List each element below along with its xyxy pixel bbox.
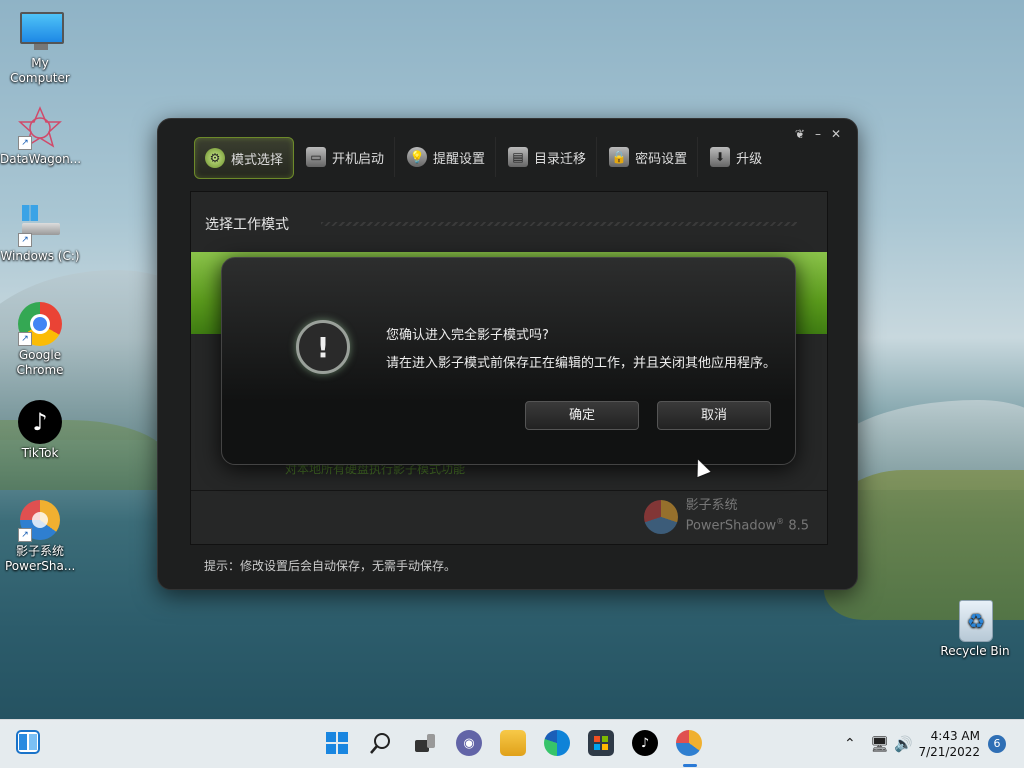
- tab-mode-select[interactable]: ⚙ 模式选择: [194, 137, 295, 179]
- desktop-icon-my-computer[interactable]: My Computer: [0, 10, 80, 86]
- tab-directory-migration[interactable]: ▤ 目录迁移: [498, 137, 598, 177]
- tab-label: 开机启动: [332, 151, 385, 167]
- notification-badge[interactable]: 6: [988, 735, 1006, 753]
- restore-icon[interactable]: ❦: [795, 127, 805, 141]
- desktop-icon-label: 影子系统 PowerSha...: [5, 544, 76, 573]
- warning-icon: !: [296, 320, 350, 374]
- active-app-indicator: [683, 764, 697, 767]
- tiktok-icon: ♪: [18, 400, 62, 444]
- shortcut-arrow-icon: ↗: [18, 332, 32, 346]
- drive-icon: ↗: [18, 203, 62, 247]
- volume-icon[interactable]: 🔊: [894, 720, 913, 768]
- tab-label: 提醒设置: [433, 151, 486, 167]
- recycle-bin-icon: ♻: [953, 598, 997, 642]
- lightbulb-icon: 💡: [407, 147, 428, 167]
- dialog-detail: 请在进入影子模式前保存正在编辑的工作，并且关闭其他应用程序。: [386, 356, 777, 371]
- brand-name-cn: 影子系统: [685, 497, 738, 513]
- powershadow-taskbar-icon[interactable]: [676, 730, 702, 756]
- panel-title: 选择工作模式: [205, 217, 289, 233]
- clock[interactable]: 4:43 AM 7/21/2022: [918, 728, 980, 760]
- tab-label: 目录迁移: [534, 151, 587, 167]
- chat-icon[interactable]: ◉: [456, 730, 482, 756]
- registered-mark: ®: [776, 516, 785, 526]
- edge-icon[interactable]: [544, 730, 570, 756]
- cancel-button[interactable]: 取消: [657, 401, 771, 430]
- desktop-icon-label: Windows (C:): [0, 249, 80, 263]
- desktop-icon-recycle-bin[interactable]: ♻ Recycle Bin: [935, 598, 1015, 659]
- tab-upgrade[interactable]: ⬇ 升级: [700, 137, 772, 177]
- confirm-button[interactable]: 确定: [525, 401, 639, 430]
- footer-tip: 提示：修改设置后会自动保存，无需手动保存。: [204, 559, 457, 573]
- tab-label: 升级: [736, 151, 763, 167]
- desktop-icon-windows-c[interactable]: ↗ Windows (C:): [0, 203, 80, 264]
- show-hidden-icons-button[interactable]: ⌃: [844, 720, 856, 768]
- clock-time: 4:43 AM: [930, 729, 980, 743]
- widgets-icon[interactable]: [16, 730, 40, 754]
- brand-version: 8.5: [788, 518, 809, 533]
- desktop-icon-label: TikTok: [21, 446, 59, 460]
- shortcut-arrow-icon: ↗: [18, 136, 32, 150]
- desktop-icon-google-chrome[interactable]: ↗ Google Chrome: [0, 302, 80, 378]
- powershadow-icon: ↗: [18, 498, 62, 542]
- minimize-button[interactable]: –: [815, 127, 821, 141]
- monitor-icon: ▭: [306, 147, 327, 167]
- toolbar: ⚙ 模式选择 ▭ 开机启动 💡 提醒设置 ▤ 目录迁移 🔒 密码设置 ⬇ 升级: [194, 137, 772, 179]
- powershadow-logo-icon: [643, 500, 678, 534]
- search-icon[interactable]: [368, 730, 394, 756]
- lock-icon: 🔒: [609, 147, 630, 167]
- desktop-icon-label: Recycle Bin: [940, 644, 1010, 658]
- taskbar: ◉ ♪ ⌃ 🖥 🔊 4:43 AM 7/21/2022 6: [0, 719, 1024, 768]
- network-icon[interactable]: 🖥: [870, 720, 889, 768]
- tab-label: 密码设置: [635, 151, 688, 167]
- desktop-icon-tiktok[interactable]: ♪ TikTok: [0, 400, 80, 461]
- tab-label: 模式选择: [231, 152, 284, 168]
- task-view-icon[interactable]: [412, 730, 438, 756]
- gear-icon: ⚙: [205, 148, 225, 168]
- folder-icon: ▤: [508, 147, 529, 167]
- clock-date: 7/21/2022: [918, 745, 980, 759]
- tab-reminder[interactable]: 💡 提醒设置: [397, 137, 497, 177]
- confirm-dialog: ! 您确认进入完全影子模式吗? 请在进入影子模式前保存正在编辑的工作，并且关闭其…: [221, 257, 796, 465]
- store-icon[interactable]: [588, 730, 614, 756]
- desktop-icon-powershadow[interactable]: ↗ 影子系统 PowerSha...: [0, 498, 80, 574]
- dialog-question: 您确认进入完全影子模式吗?: [386, 328, 549, 343]
- shortcut-arrow-icon: ↗: [18, 233, 32, 247]
- divider: [321, 222, 797, 226]
- tiktok-icon[interactable]: ♪: [632, 730, 658, 756]
- divider: [191, 490, 827, 491]
- chrome-icon: ↗: [18, 302, 62, 346]
- close-button[interactable]: ✕: [831, 127, 841, 141]
- desktop-icon-datawagon[interactable]: ↗ DataWagon...: [0, 106, 82, 167]
- download-icon: ⬇: [710, 147, 731, 167]
- datawagon-icon: ↗: [18, 106, 62, 150]
- tab-password[interactable]: 🔒 密码设置: [599, 137, 699, 177]
- brand: 影子系统 PowerShadow® 8.5: [643, 497, 809, 534]
- window-controls: ❦ – ✕: [795, 127, 841, 141]
- desktop-icon-label: Google Chrome: [16, 348, 64, 377]
- file-explorer-icon[interactable]: [500, 730, 526, 756]
- monitor-icon: [18, 10, 64, 54]
- desktop-icon-label: DataWagon...: [0, 152, 82, 166]
- tab-startup[interactable]: ▭ 开机启动: [296, 137, 396, 177]
- start-button[interactable]: [324, 730, 350, 756]
- brand-name-en: PowerShadow: [685, 518, 777, 533]
- shortcut-arrow-icon: ↗: [18, 528, 32, 542]
- desktop-icon-label: My Computer: [10, 56, 70, 85]
